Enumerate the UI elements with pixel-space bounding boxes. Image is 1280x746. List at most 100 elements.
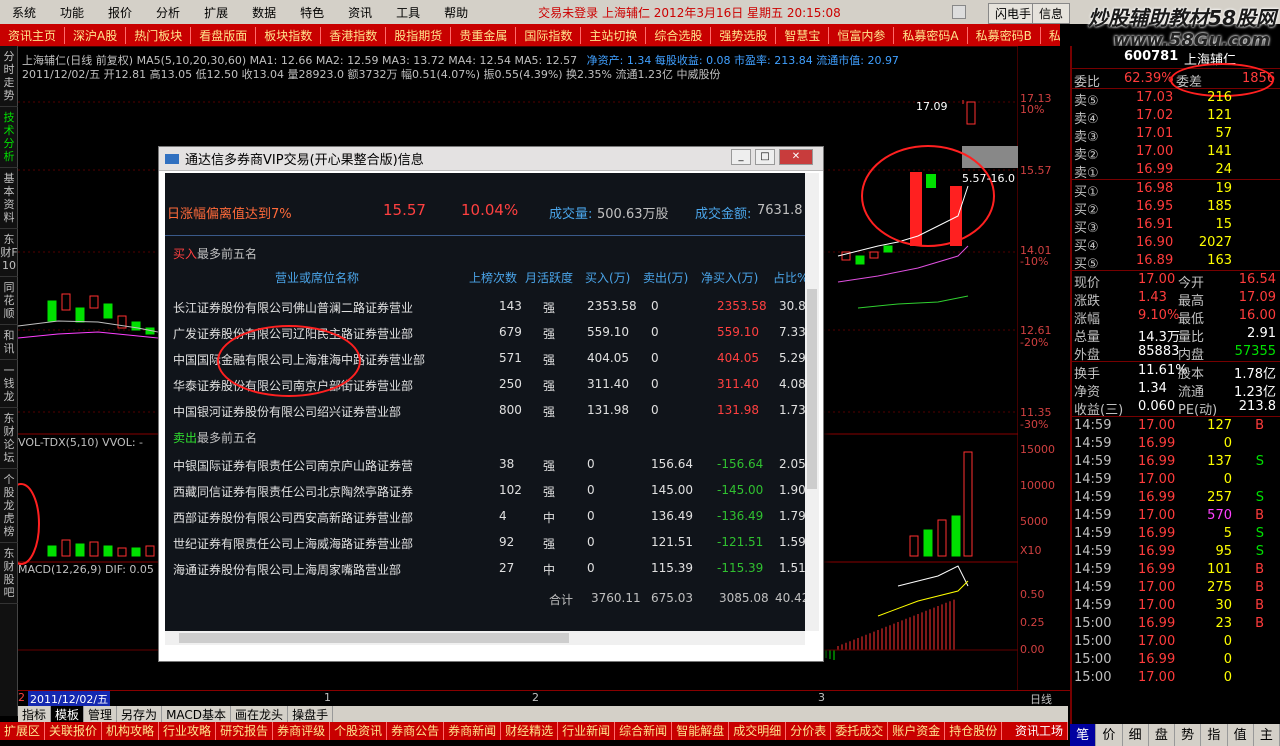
quote-tab-detail[interactable]: 细 [1123,724,1149,746]
table-row[interactable]: 海通证券股份有限公司上海周家嘴路营业部 27 中 0 115.39 -115.39 1.51 [165,555,805,581]
tab-manage[interactable]: 管理 [84,706,118,722]
sidebar-tab-profile[interactable]: 基本资料 [0,168,18,229]
ask-row[interactable]: 卖① 16.99 24 [1072,161,1280,181]
nav-item[interactable]: 私募密码C [1041,27,1060,44]
bottom-nav-item[interactable]: 机构攻略 [102,722,160,740]
maximize-button[interactable]: □ [755,149,775,165]
ask-row[interactable]: 卖② 17.00 141 [1072,143,1280,163]
bottom-nav-item[interactable]: 综合新闻 [615,722,673,740]
bottom-nav-item[interactable]: 智能解盘 [672,722,730,740]
nav-item[interactable]: 私募密码A [894,26,968,44]
sidebar-tab-technical[interactable]: 技术分析 [0,107,18,168]
tick-list[interactable]: 14:59 17.00 127 B 14:59 16.99 0 14:59 16.99 137 S 1… [1072,416,1280,687]
nav-item[interactable]: 主站切换 [581,26,647,44]
info-workshop-link[interactable]: 资讯工场 [1011,722,1068,740]
window-icon[interactable] [952,5,966,19]
sidebar-tab-dragon-tiger[interactable]: 个股龙虎榜 [0,469,18,543]
nav-item[interactable]: 私募密码B [968,26,1041,44]
ask-row[interactable]: 卖④ 17.02 121 [1072,107,1280,127]
sidebar-tab-f10[interactable]: 东财F10 [0,229,18,277]
bottom-nav-item[interactable]: 成交明细 [729,722,787,740]
tab-trader[interactable]: 操盘手 [288,706,334,722]
tab-template[interactable]: 模板 [51,706,85,722]
sidebar-tab-intraday[interactable]: 分时走势 [0,46,18,107]
bottom-nav-item[interactable]: 券商评级 [273,722,331,740]
sidebar-tab-hexun[interactable]: 和讯 [0,325,18,360]
bottom-nav-item[interactable]: 财经精选 [501,722,559,740]
table-row[interactable]: 中国银河证券股份有限公司绍兴证券营业部 800 强 131.98 0 131.98 1.73 [165,397,805,423]
menu-system[interactable]: 系统 [0,4,48,21]
nav-item[interactable]: 强势选股 [711,26,777,44]
nav-item[interactable]: 恒富内参 [829,26,895,44]
nav-item[interactable]: 板块指数 [256,26,322,44]
nav-item[interactable]: 智慧宝 [776,26,830,44]
dialog-horizontal-scrollbar[interactable] [165,631,805,645]
bid-row[interactable]: 买④ 16.90 2027 [1072,234,1280,254]
table-row[interactable]: 世纪证券有限责任公司上海威海路证券营业部 92 强 0 121.51 -121.51 1.5… [165,529,805,555]
info-button[interactable]: 信息 [1032,3,1071,24]
nav-item[interactable]: 看盘版面 [191,26,257,44]
menu-quote[interactable]: 报价 [96,4,144,21]
bottom-nav-item[interactable]: 个股资讯 [330,722,388,740]
quote-tab-value[interactable]: 值 [1228,724,1254,746]
bid-row[interactable]: 买② 16.95 185 [1072,198,1280,218]
menu-tools[interactable]: 工具 [384,4,432,21]
nav-item[interactable]: 股指期货 [386,26,452,44]
nav-item[interactable]: 国际指数 [516,26,582,44]
close-button[interactable]: ✕ [779,149,813,165]
tab-save-as[interactable]: 另存为 [117,706,163,722]
sidebar-tab-guba[interactable]: 东财股吧 [0,543,18,604]
tab-dragon-head[interactable]: 画在龙头 [231,706,289,722]
sidebar-tab-qianlong[interactable]: 一钱龙 [0,360,18,408]
dialog-titlebar[interactable]: 通达信多券商VIP交易(开心果整合版)信息 _ □ ✕ [159,147,823,171]
period-label[interactable]: 日线 [1030,691,1052,707]
ask-row[interactable]: 卖③ 17.01 57 [1072,125,1280,145]
bottom-nav-item[interactable]: 关联报价 [45,722,103,740]
menu-extend[interactable]: 扩展 [192,4,240,21]
menu-help[interactable]: 帮助 [432,4,480,21]
bottom-nav-item[interactable]: 账户资金 [888,722,946,740]
bottom-nav-item[interactable]: 券商新闻 [444,722,502,740]
tab-macd-basic[interactable]: MACD基本 [162,706,232,722]
bottom-nav-item[interactable]: 行业新闻 [558,722,616,740]
menu-analysis[interactable]: 分析 [144,4,192,21]
nav-item[interactable]: 资讯主页 [0,26,66,44]
tab-indicator[interactable]: 指标 [18,706,52,722]
nav-item[interactable]: 深沪A股 [65,26,127,44]
bottom-nav-item[interactable]: 研究报告 [216,722,274,740]
bottom-nav-item[interactable]: 持仓股份 [945,722,1003,740]
menu-function[interactable]: 功能 [48,4,96,21]
sidebar-tab-forum[interactable]: 东财论坛 [0,408,18,469]
table-row[interactable]: 长江证券股份有限公司佛山普澜二路证券营业 143 强 2353.58 0 2353.58 3… [165,293,805,319]
nav-item[interactable]: 香港指数 [321,26,387,44]
quote-tab-trend[interactable]: 势 [1175,724,1202,746]
quote-tab-trades[interactable]: 笔 [1070,724,1097,746]
bid-row[interactable]: 买① 16.98 19 [1072,180,1280,200]
quote-tab-main[interactable]: 主 [1254,724,1280,746]
ask-row[interactable]: 卖⑤ 17.03 216 [1072,89,1280,109]
nav-item[interactable]: 贵重金属 [451,26,517,44]
bottom-nav-item[interactable]: 分价表 [786,722,832,740]
bid-row[interactable]: 买⑤ 16.89 163 [1072,252,1280,272]
bottom-nav-item[interactable]: 扩展区 [0,722,46,740]
minimize-button[interactable]: _ [731,149,751,165]
menu-data[interactable]: 数据 [240,4,288,21]
quote-tab-price[interactable]: 价 [1096,724,1123,746]
menu-news[interactable]: 资讯 [336,4,384,21]
table-row[interactable]: 西藏同信证券有限责任公司北京陶然亭路证券 102 强 0 145.00 -145.00 1.… [165,477,805,503]
sidebar-tab-ths[interactable]: 同花顺 [0,277,18,325]
dialog-vertical-scrollbar[interactable] [805,173,819,631]
table-row[interactable]: 中银国际证券有限责任公司南京庐山路证券营 38 强 0 156.64 -156.64 2.0… [165,451,805,477]
flash-trade-button[interactable]: 闪电手 [988,3,1039,24]
bottom-nav-item[interactable]: 委托成交 [831,722,889,740]
bid-row[interactable]: 买③ 16.91 15 [1072,216,1280,236]
bottom-nav-item[interactable]: 行业攻略 [159,722,217,740]
nav-item[interactable]: 热门板块 [126,26,192,44]
selected-date[interactable]: 2011/12/02/五 [28,691,111,707]
menu-special[interactable]: 特色 [288,4,336,21]
nav-item[interactable]: 综合选股 [646,26,712,44]
bottom-nav-item[interactable]: 券商公告 [387,722,445,740]
quote-tab-index[interactable]: 指 [1201,724,1228,746]
quote-tab-board[interactable]: 盘 [1149,724,1175,746]
dragon-tiger-dialog[interactable]: 通达信多券商VIP交易(开心果整合版)信息 _ □ ✕ 日涨幅偏离值达到7% 1… [158,146,824,662]
